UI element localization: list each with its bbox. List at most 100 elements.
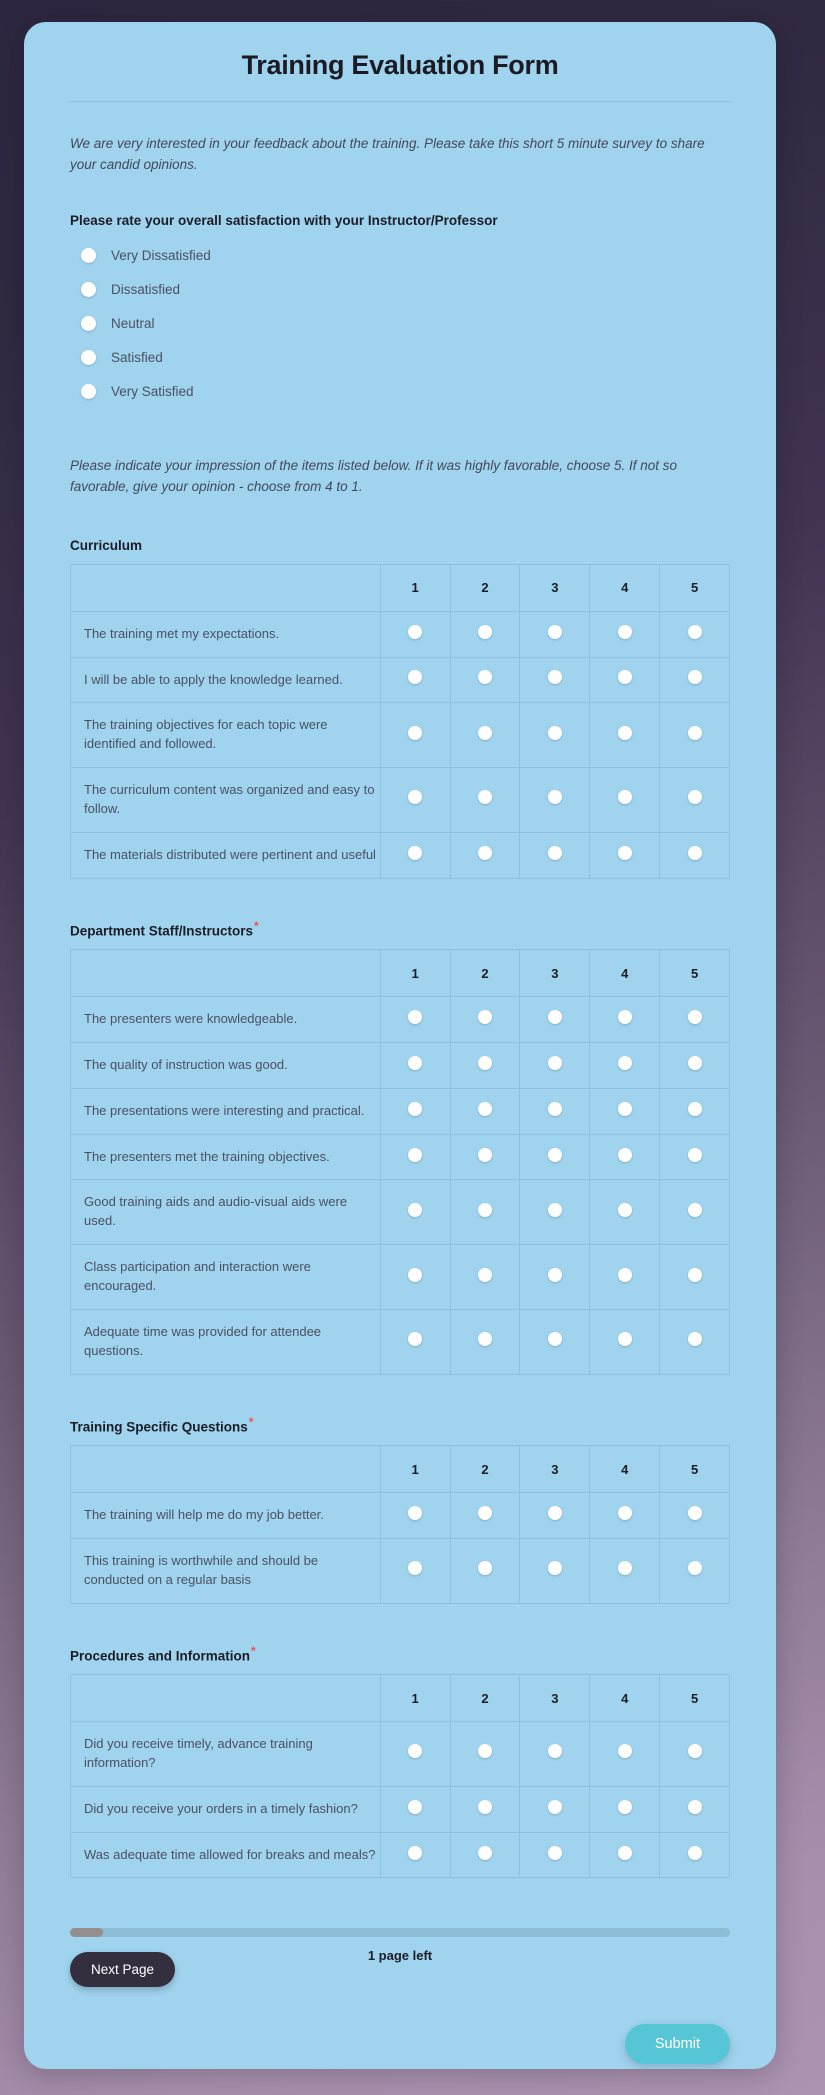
matrix-radio-cell-3[interactable] [519, 996, 591, 1043]
radio-button-icon[interactable] [478, 790, 492, 805]
matrix-radio-cell-3[interactable] [519, 610, 591, 658]
matrix-radio-cell-3[interactable] [519, 702, 591, 769]
matrix-radio-cell-5[interactable] [659, 1179, 730, 1246]
radio-button-icon[interactable] [408, 1055, 423, 1070]
matrix-radio-cell-1[interactable] [379, 656, 451, 704]
matrix-radio-cell-1[interactable] [379, 1087, 451, 1135]
radio-option-4[interactable]: Very Satisfied [70, 378, 730, 405]
radio-button-icon[interactable] [478, 1744, 492, 1759]
matrix-radio-cell-5[interactable] [659, 767, 730, 833]
matrix-radio-cell-5[interactable] [659, 1308, 730, 1375]
radio-option-1[interactable]: Dissatisfied [70, 276, 730, 303]
matrix-radio-cell-1[interactable] [379, 1831, 451, 1878]
radio-button-icon[interactable] [687, 1845, 702, 1860]
radio-button-icon[interactable] [617, 624, 632, 639]
matrix-radio-cell-1[interactable] [379, 1537, 451, 1604]
matrix-radio-cell-5[interactable] [659, 1087, 730, 1135]
radio-button-icon[interactable] [547, 1101, 562, 1116]
matrix-radio-cell-1[interactable] [379, 1721, 451, 1787]
radio-button-icon[interactable] [408, 1845, 423, 1860]
radio-button-icon[interactable] [617, 1744, 632, 1759]
matrix-radio-cell-1[interactable] [379, 1041, 451, 1089]
radio-button-icon[interactable] [478, 1845, 492, 1860]
matrix-radio-cell-1[interactable] [379, 702, 451, 769]
radio-button-icon[interactable] [478, 1505, 492, 1520]
radio-button-icon[interactable] [687, 1561, 702, 1576]
matrix-radio-cell-2[interactable] [449, 767, 521, 833]
radio-button-icon[interactable] [547, 1744, 562, 1759]
matrix-radio-cell-4[interactable] [589, 1179, 661, 1246]
matrix-radio-cell-2[interactable] [449, 1244, 521, 1310]
radio-button-icon[interactable] [478, 624, 492, 639]
matrix-radio-cell-5[interactable] [659, 1721, 730, 1787]
matrix-radio-cell-5[interactable] [659, 1244, 730, 1310]
matrix-radio-cell-4[interactable] [589, 1244, 661, 1310]
radio-button-icon[interactable] [547, 1845, 562, 1860]
matrix-radio-cell-2[interactable] [449, 1537, 521, 1604]
radio-button-icon[interactable] [81, 281, 96, 297]
radio-option-2[interactable]: Neutral [70, 310, 730, 337]
matrix-radio-cell-3[interactable] [519, 831, 591, 879]
radio-button-icon[interactable] [478, 1202, 492, 1217]
radio-button-icon[interactable] [687, 624, 702, 639]
radio-button-icon[interactable] [478, 1799, 492, 1814]
radio-button-icon[interactable] [478, 1267, 492, 1282]
matrix-radio-cell-2[interactable] [449, 1133, 521, 1181]
matrix-radio-cell-2[interactable] [449, 1831, 521, 1878]
radio-button-icon[interactable] [408, 1147, 423, 1162]
radio-button-icon[interactable] [408, 1561, 423, 1576]
radio-button-icon[interactable] [687, 1202, 702, 1217]
matrix-radio-cell-1[interactable] [379, 767, 451, 833]
radio-button-icon[interactable] [687, 1799, 702, 1814]
matrix-radio-cell-4[interactable] [589, 610, 661, 658]
radio-button-icon[interactable] [408, 790, 423, 805]
matrix-radio-cell-3[interactable] [519, 1831, 591, 1878]
radio-button-icon[interactable] [687, 790, 702, 805]
radio-button-icon[interactable] [478, 1101, 492, 1116]
radio-button-icon[interactable] [408, 1332, 423, 1347]
radio-button-icon[interactable] [617, 1267, 632, 1282]
radio-button-icon[interactable] [617, 845, 632, 860]
radio-button-icon[interactable] [478, 725, 492, 740]
matrix-radio-cell-5[interactable] [659, 656, 730, 704]
matrix-radio-cell-5[interactable] [659, 702, 730, 769]
radio-button-icon[interactable] [687, 1101, 702, 1116]
radio-button-icon[interactable] [617, 1505, 632, 1520]
radio-button-icon[interactable] [408, 725, 423, 740]
matrix-radio-cell-1[interactable] [379, 1133, 451, 1181]
radio-button-icon[interactable] [687, 1010, 702, 1025]
matrix-radio-cell-3[interactable] [519, 1179, 591, 1246]
matrix-radio-cell-2[interactable] [449, 1492, 521, 1539]
matrix-radio-cell-5[interactable] [659, 996, 730, 1043]
radio-button-icon[interactable] [617, 1010, 632, 1025]
radio-button-icon[interactable] [547, 1267, 562, 1282]
radio-button-icon[interactable] [687, 845, 702, 860]
matrix-radio-cell-5[interactable] [659, 1133, 730, 1181]
radio-button-icon[interactable] [81, 383, 96, 399]
matrix-radio-cell-1[interactable] [379, 1244, 451, 1310]
radio-button-icon[interactable] [617, 1101, 632, 1116]
radio-button-icon[interactable] [408, 1744, 423, 1759]
matrix-radio-cell-4[interactable] [589, 1831, 661, 1878]
radio-button-icon[interactable] [687, 1055, 702, 1070]
radio-option-3[interactable]: Satisfied [70, 344, 730, 371]
matrix-radio-cell-3[interactable] [519, 1492, 591, 1539]
matrix-radio-cell-5[interactable] [659, 610, 730, 658]
radio-button-icon[interactable] [547, 1147, 562, 1162]
radio-button-icon[interactable] [81, 315, 96, 331]
radio-button-icon[interactable] [687, 1267, 702, 1282]
radio-button-icon[interactable] [547, 624, 562, 639]
matrix-radio-cell-3[interactable] [519, 1785, 591, 1833]
matrix-radio-cell-2[interactable] [449, 656, 521, 704]
matrix-radio-cell-2[interactable] [449, 831, 521, 879]
matrix-radio-cell-4[interactable] [589, 1721, 661, 1787]
radio-button-icon[interactable] [687, 1744, 702, 1759]
radio-button-icon[interactable] [617, 670, 632, 685]
radio-button-icon[interactable] [408, 670, 423, 685]
matrix-radio-cell-3[interactable] [519, 1308, 591, 1375]
matrix-radio-cell-4[interactable] [589, 996, 661, 1043]
radio-button-icon[interactable] [547, 1799, 562, 1814]
radio-button-icon[interactable] [617, 790, 632, 805]
matrix-radio-cell-1[interactable] [379, 996, 451, 1043]
radio-button-icon[interactable] [408, 845, 423, 860]
